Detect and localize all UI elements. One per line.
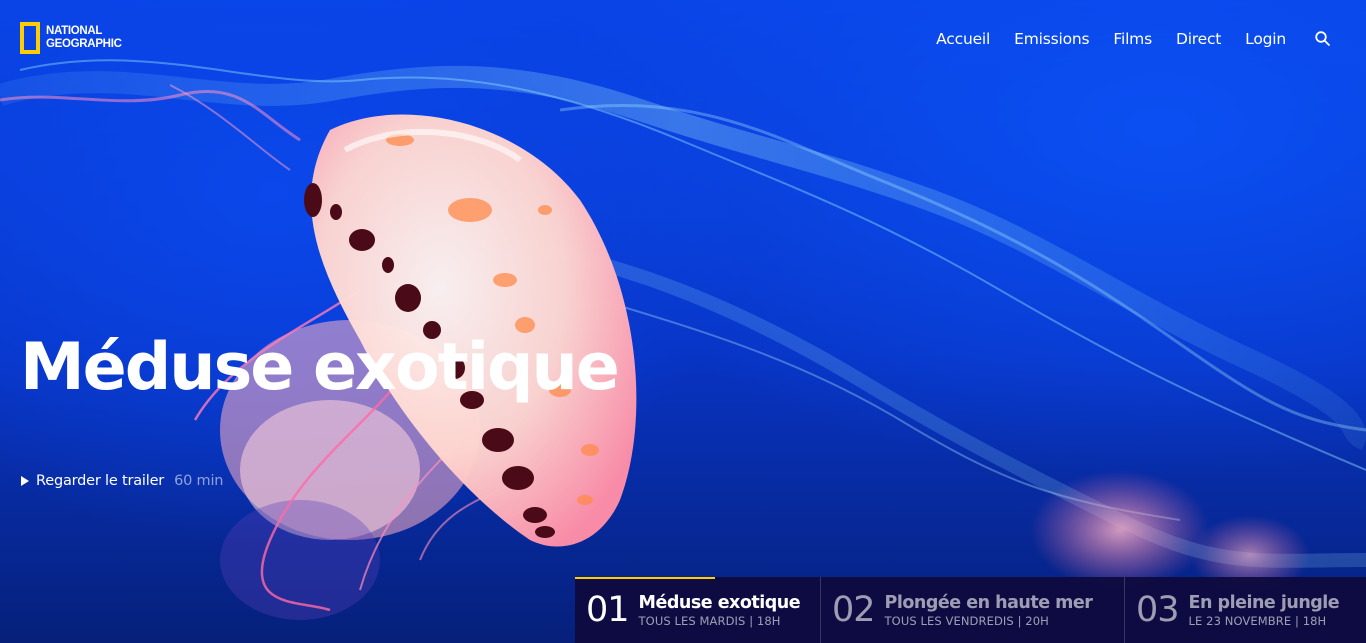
- hero-title: Méduse exotique: [20, 330, 620, 405]
- jellyfish-illustration: [0, 59, 1366, 620]
- schedule-number: 03: [1136, 589, 1180, 630]
- schedule-time: LE 23 NOVEMBRE | 18H: [1188, 614, 1327, 628]
- schedule-strip: 01 Méduse exotique TOUS LES MARDIS | 18H…: [575, 577, 1366, 643]
- play-icon[interactable]: [20, 475, 30, 487]
- schedule-number: 01: [586, 589, 630, 630]
- schedule-title: Méduse exotique: [638, 593, 801, 613]
- schedule-item-3[interactable]: 03 En pleine jungle LE 23 NOVEMBRE | 18H: [1125, 577, 1366, 643]
- nav-item-films[interactable]: Films: [1113, 30, 1152, 48]
- logo-wordmark: NATIONAL GEOGRAPHIC: [46, 25, 122, 51]
- search-icon[interactable]: [1314, 30, 1332, 48]
- main-nav: Accueil Emissions Films Direct Login: [936, 30, 1332, 48]
- nav-item-login[interactable]: Login: [1245, 30, 1286, 48]
- watch-trailer-link[interactable]: Regarder le trailer: [36, 473, 164, 489]
- national-geographic-logo[interactable]: NATIONAL GEOGRAPHIC: [20, 22, 122, 54]
- schedule-title: Plongée en haute mer: [884, 593, 1093, 613]
- logo-line-2: GEOGRAPHIC: [46, 38, 122, 50]
- logo-line-1: NATIONAL: [46, 25, 103, 37]
- nav-item-emissions[interactable]: Emissions: [1014, 30, 1089, 48]
- schedule-time: TOUS LES VENDREDIS | 20H: [884, 614, 1049, 628]
- hero-background-image: [0, 0, 1366, 643]
- hero-meta: Regarder le trailer 60 min: [20, 473, 223, 489]
- logo-frame-icon: [20, 22, 40, 54]
- schedule-item-2[interactable]: 02 Plongée en haute mer TOUS LES VENDRED…: [821, 577, 1125, 643]
- nav-item-accueil[interactable]: Accueil: [936, 30, 990, 48]
- schedule-number: 02: [832, 589, 876, 630]
- duration-label: 60 min: [174, 473, 224, 489]
- schedule-item-1[interactable]: 01 Méduse exotique TOUS LES MARDIS | 18H: [575, 577, 821, 643]
- nav-item-direct[interactable]: Direct: [1176, 30, 1221, 48]
- schedule-time: TOUS LES MARDIS | 18H: [638, 614, 781, 628]
- schedule-title: En pleine jungle: [1188, 593, 1340, 613]
